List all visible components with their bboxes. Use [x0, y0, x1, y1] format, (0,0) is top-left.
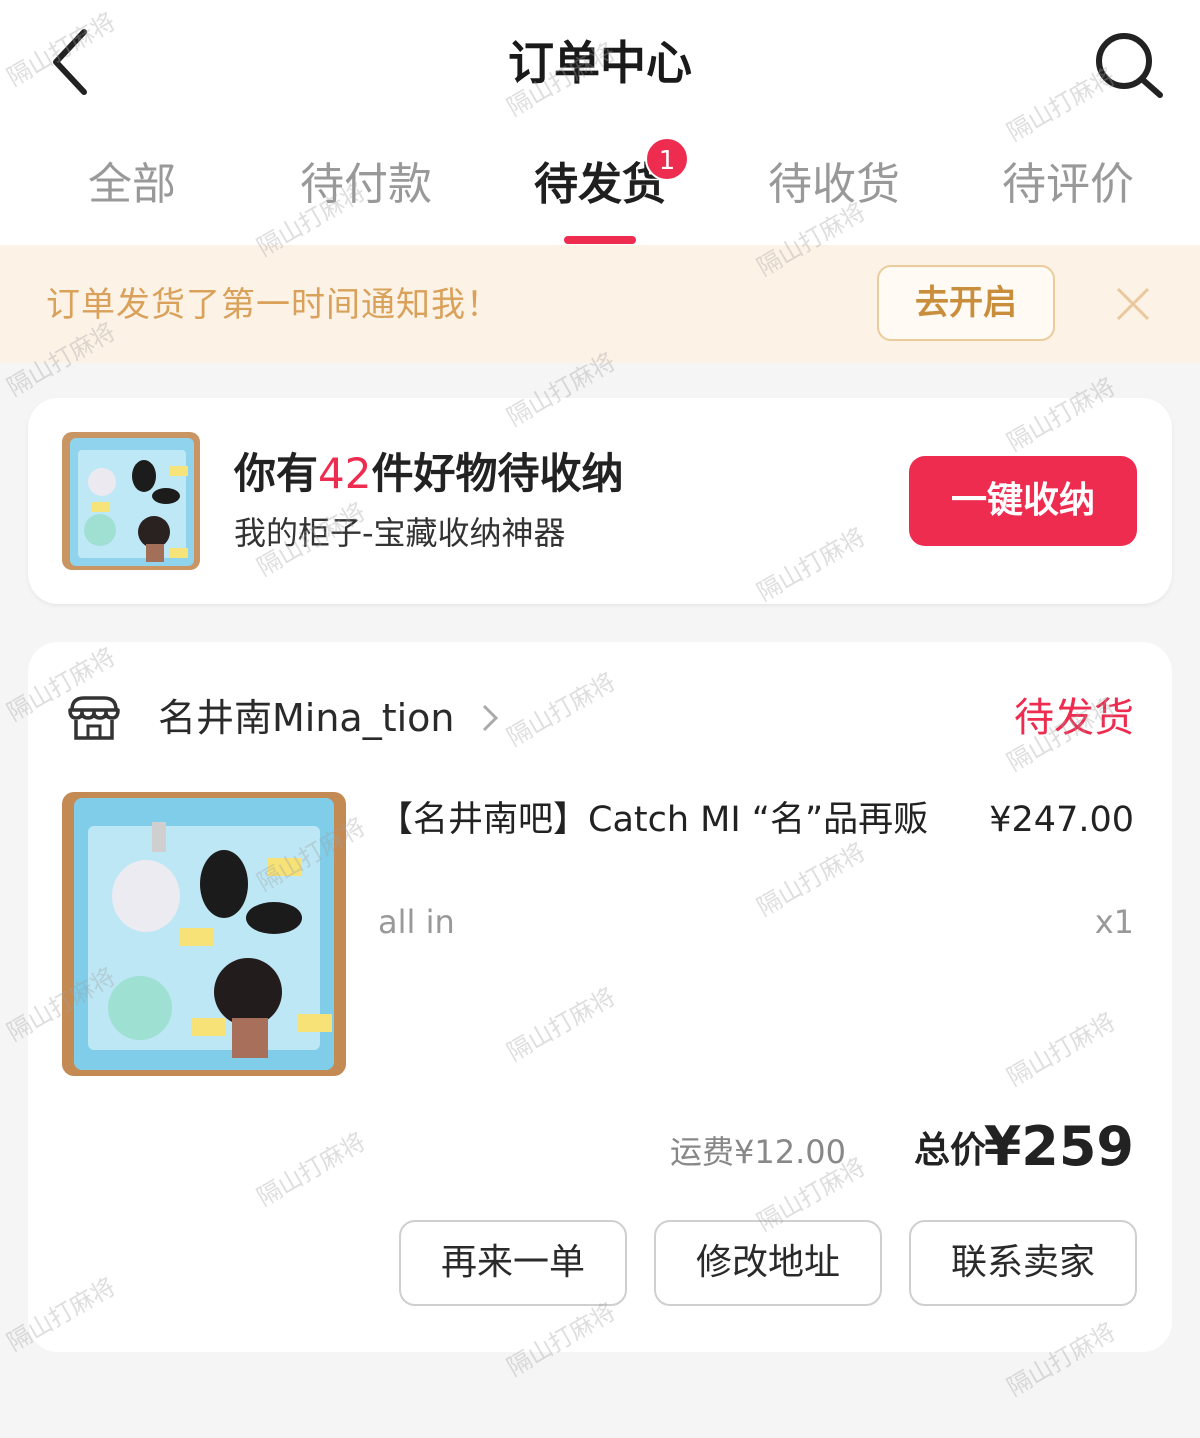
- tab-badge-count: 1: [645, 137, 689, 181]
- notification-banner: 订单发货了第一时间通知我！ 去开启: [0, 245, 1200, 363]
- order-card: 名井南Mina_tion 待发货 【名井南吧】Catch MI “名”品再贩 ¥…: [28, 642, 1172, 1352]
- shop-icon: [68, 696, 120, 740]
- contact-seller-button[interactable]: 联系卖家: [909, 1220, 1137, 1306]
- product-title[interactable]: 【名井南吧】Catch MI “名”品再贩: [378, 800, 938, 840]
- enable-notification-button[interactable]: 去开启: [877, 265, 1055, 341]
- shop-name[interactable]: 名井南Mina_tion: [158, 690, 455, 746]
- cabinet-title-prefix: 你有: [234, 449, 319, 498]
- order-status: 待发货: [1014, 695, 1134, 741]
- product-image[interactable]: [62, 792, 346, 1076]
- chevron-right-icon[interactable]: [480, 702, 500, 734]
- product-quantity: x1: [1094, 903, 1134, 941]
- product-spec: all in: [378, 903, 455, 941]
- next-card-peek: [56, 1398, 356, 1438]
- cabinet-card[interactable]: 你有42件好物待收纳 我的柜子-宝藏收纳神器 一键收纳: [28, 398, 1172, 604]
- tab-pending-receipt[interactable]: 待收货: [744, 150, 924, 220]
- tab-pending-payment[interactable]: 待付款: [276, 150, 456, 220]
- cabinet-title-suffix: 件好物待收纳: [371, 449, 624, 498]
- one-click-store-button[interactable]: 一键收纳: [909, 456, 1137, 546]
- change-address-button[interactable]: 修改地址: [654, 1220, 882, 1306]
- total-price: ¥259: [983, 1115, 1134, 1178]
- cabinet-subtitle: 我的柜子-宝藏收纳神器: [234, 514, 566, 552]
- cabinet-count: 42: [318, 449, 372, 498]
- close-icon[interactable]: [1114, 285, 1152, 323]
- active-tab-indicator: [564, 236, 636, 244]
- tab-all[interactable]: 全部: [42, 150, 222, 220]
- notification-text: 订单发货了第一时间通知我！: [46, 285, 501, 325]
- cabinet-thumbnail: [62, 432, 200, 570]
- search-icon[interactable]: [1088, 25, 1168, 105]
- tab-pending-review[interactable]: 待评价: [978, 150, 1158, 220]
- shipping-fee: 运费¥12.00: [670, 1133, 846, 1171]
- product-price: ¥247.00: [989, 800, 1134, 840]
- reorder-button[interactable]: 再来一单: [399, 1220, 627, 1306]
- page-title: 订单中心: [508, 36, 692, 90]
- cabinet-title: 你有42件好物待收纳: [234, 444, 623, 504]
- header: 订单中心 全部 待付款 待发货 1 待收货 待评价: [0, 0, 1200, 245]
- total-label: 总价: [914, 1130, 987, 1171]
